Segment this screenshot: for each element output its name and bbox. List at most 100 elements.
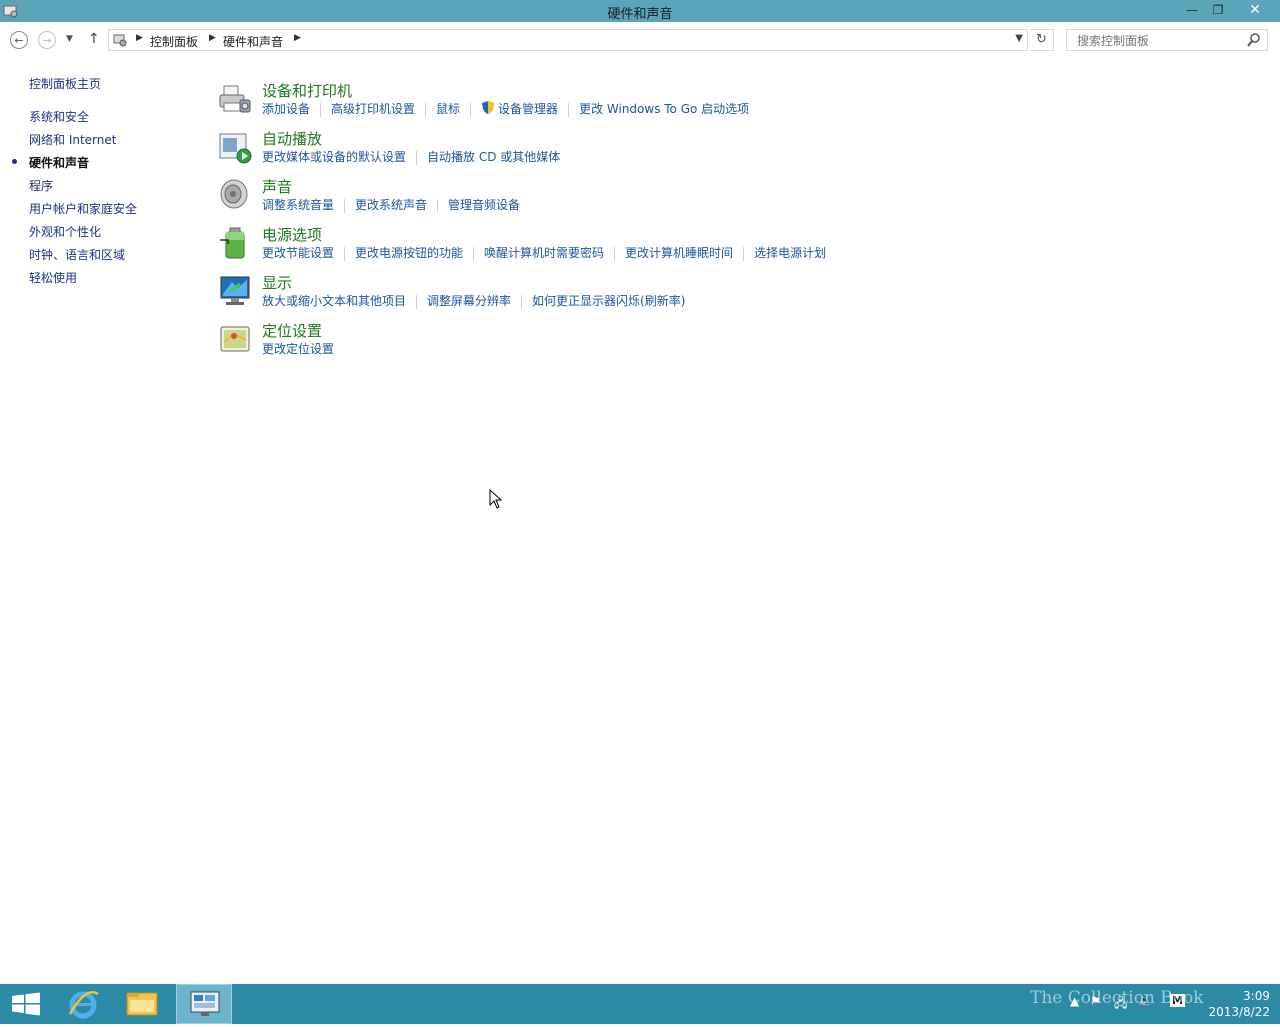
category-title-power-options[interactable]: 电源选项 [262,224,322,245]
category-location-settings: 定位设置 更改定位设置 [218,320,1218,366]
battery-icon[interactable] [218,226,252,260]
category-devices-printers: 设备和打印机 添加设备 高级打印机设置 鼠标 设备管理器 更改 Windows To … [218,80,1218,126]
search-input[interactable] [1075,32,1239,50]
link-autoplay-cd[interactable]: 自动播放 CD 或其他媒体 [427,148,560,165]
monitor-icon[interactable] [218,274,252,308]
link-divider [344,198,346,213]
category-title-display[interactable]: 显示 [262,272,292,293]
breadcrumb-hardware-sound[interactable]: 硬件和声音 [223,33,283,50]
forward-button[interactable]: → [38,31,56,49]
autoplay-icon[interactable] [218,130,252,164]
link-divider [568,102,570,117]
link-fix-flicker[interactable]: 如何更正显示器闪烁(刷新率) [532,292,685,309]
system-clock[interactable]: 3:09 2013/8/22 [1200,988,1270,1020]
back-button[interactable]: ← [10,31,28,49]
start-button[interactable] [0,984,56,1024]
maximize-button[interactable]: ❐ [1206,0,1230,22]
folder-icon [126,992,158,1016]
category-display: 显示 放大或缩小文本和其他项目 调整屏幕分辨率 如何更正显示器闪烁(刷新率) [218,272,1218,318]
category-links: 放大或缩小文本和其他项目 调整屏幕分辨率 如何更正显示器闪烁(刷新率) [262,292,685,309]
current-page-bullet [12,159,17,164]
minimize-button[interactable]: — [1180,0,1204,22]
refresh-button[interactable]: ↻ [1030,29,1054,51]
link-divider [614,246,616,261]
speaker-icon[interactable] [218,178,252,212]
sidebar-item-appearance[interactable]: 外观和个性化 [29,223,101,240]
link-change-sleep-time[interactable]: 更改计算机睡眠时间 [625,244,733,261]
link-divider [425,102,427,117]
control-panel-icon [190,991,220,1016]
category-links: 更改定位设置 [262,340,334,357]
sidebar-item-programs[interactable]: 程序 [29,177,53,194]
category-autoplay: 自动播放 更改媒体或设备的默认设置 自动播放 CD 或其他媒体 [218,128,1218,174]
printer-icon[interactable] [218,82,252,116]
link-divider [320,102,322,117]
link-require-password-wake[interactable]: 唤醒计算机时需要密码 [484,244,604,261]
title-bar: 硬件和声音 — ❐ ✕ [0,0,1280,22]
taskbar-control-panel[interactable] [176,984,232,1024]
link-change-media-defaults[interactable]: 更改媒体或设备的默认设置 [262,148,406,165]
control-panel-icon [113,34,127,47]
chevron-down-icon[interactable]: ▼ [1015,33,1023,44]
link-add-device[interactable]: 添加设备 [262,100,310,117]
link-power-saving-settings[interactable]: 更改节能设置 [262,244,334,261]
chevron-right-icon[interactable]: ▶ [136,33,143,43]
category-links: 添加设备 高级打印机设置 鼠标 设备管理器 更改 Windows To Go 启动选项 [262,100,749,117]
category-title-autoplay[interactable]: 自动播放 [262,128,322,149]
link-divider [743,246,745,261]
uac-shield-icon [482,101,495,114]
link-change-location-settings[interactable]: 更改定位设置 [262,340,334,357]
link-divider [470,102,472,117]
category-title-sound[interactable]: 声音 [262,176,292,197]
breadcrumb-control-panel[interactable]: 控制面板 [150,33,198,50]
link-divider [521,294,523,309]
search-box[interactable] [1066,29,1268,51]
link-manage-audio-devices[interactable]: 管理音频设备 [448,196,520,213]
taskbar-file-explorer[interactable] [114,984,170,1024]
category-links: 更改媒体或设备的默认设置 自动播放 CD 或其他媒体 [262,148,560,165]
sidebar-item-network[interactable]: 网络和 Internet [29,131,116,148]
clock-date: 2013/8/22 [1208,1005,1270,1019]
sidebar-item-user-accounts[interactable]: 用户帐户和家庭安全 [29,200,137,217]
location-icon[interactable] [218,322,252,356]
taskbar-internet-explorer[interactable] [56,984,112,1024]
link-divider [344,246,346,261]
internet-explorer-icon [68,991,99,1019]
category-power-options: 电源选项 更改节能设置 更改电源按钮的功能 唤醒计算机时需要密码 更改计算机睡眠时间 选… [218,224,1218,270]
sidebar-item-system-security[interactable]: 系统和安全 [29,108,89,125]
category-title-location-settings[interactable]: 定位设置 [262,320,322,341]
link-advanced-printer-settings[interactable]: 高级打印机设置 [331,100,415,117]
link-power-button-function[interactable]: 更改电源按钮的功能 [355,244,463,261]
category-links: 更改节能设置 更改电源按钮的功能 唤醒计算机时需要密码 更改计算机睡眠时间 选择电源计划 [262,244,826,261]
link-divider [473,246,475,261]
link-adjust-resolution[interactable]: 调整屏幕分辨率 [427,292,511,309]
watermark: The Collection Book [1030,988,1204,1008]
link-choose-power-plan[interactable]: 选择电源计划 [754,244,826,261]
recent-locations-dropdown[interactable]: ▼ [66,34,73,44]
windows-logo-icon [12,992,40,1016]
link-adjust-volume[interactable]: 调整系统音量 [262,196,334,213]
mouse-cursor-icon [489,489,503,509]
link-resize-text[interactable]: 放大或缩小文本和其他项目 [262,292,406,309]
sidebar-home-link[interactable]: 控制面板主页 [29,75,101,92]
search-icon[interactable] [1247,32,1261,48]
link-change-system-sounds[interactable]: 更改系统声音 [355,196,427,213]
navigation-bar: ← → ▼ ↑ ▶ 控制面板 ▶ 硬件和声音 ▶ ▼ ↻ [0,22,1280,60]
up-button[interactable]: ↑ [88,31,100,47]
link-device-manager[interactable]: 设备管理器 [498,100,558,117]
sidebar-item-hardware-sound: 硬件和声音 [29,156,90,170]
address-bar[interactable]: ▶ 控制面板 ▶ 硬件和声音 ▶ ▼ [108,29,1028,51]
sidebar-item-ease-of-access[interactable]: 轻松使用 [29,269,77,286]
sidebar-item-clock-region[interactable]: 时钟、语言和区域 [29,246,125,263]
link-mouse[interactable]: 鼠标 [436,100,460,117]
clock-time: 3:09 [1243,989,1270,1003]
close-button[interactable]: ✕ [1232,0,1278,22]
category-title-devices-printers[interactable]: 设备和打印机 [262,80,352,101]
window-title: 硬件和声音 [607,7,673,22]
link-divider [416,150,418,165]
link-windows-to-go[interactable]: 更改 Windows To Go 启动选项 [579,100,749,117]
category-sound: 声音 调整系统音量 更改系统声音 管理音频设备 [218,176,1218,222]
link-divider [437,198,439,213]
chevron-right-icon[interactable]: ▶ [294,33,301,43]
chevron-right-icon[interactable]: ▶ [209,33,216,43]
